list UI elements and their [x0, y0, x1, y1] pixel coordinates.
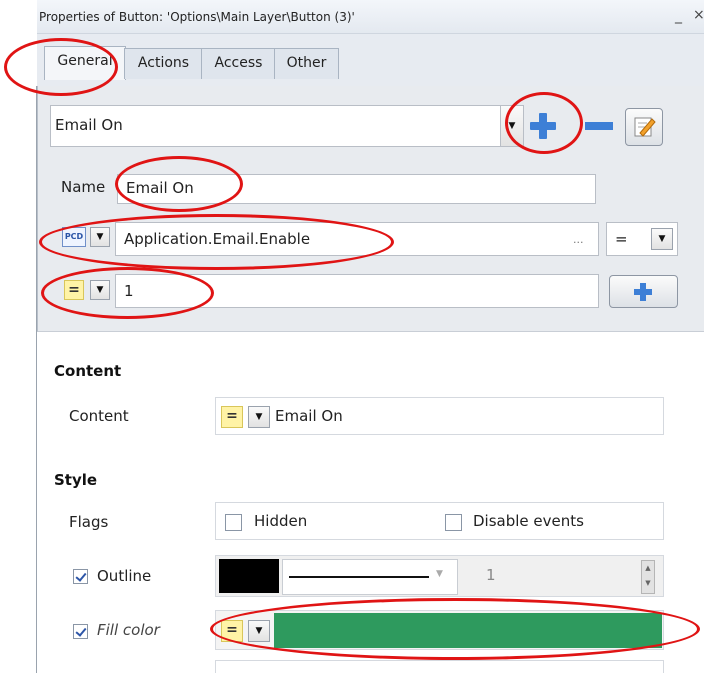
- minimize-button[interactable]: _: [675, 8, 682, 24]
- content-input[interactable]: = ▼ Email On: [215, 397, 664, 435]
- equals-icon[interactable]: =: [64, 280, 84, 300]
- name-input[interactable]: Email On: [117, 174, 596, 204]
- edit-icon: [634, 117, 656, 137]
- add-condition-button[interactable]: [609, 275, 678, 308]
- tab-actions[interactable]: Actions: [124, 48, 203, 79]
- flags-group: Hidden Disable events: [215, 502, 664, 540]
- width-spinner[interactable]: ▲ ▼: [641, 560, 655, 594]
- chevron-down-icon[interactable]: ▼: [500, 106, 523, 146]
- fill-color-swatch[interactable]: [274, 613, 662, 648]
- tab-other[interactable]: Other: [274, 48, 339, 79]
- disable-events-checkbox[interactable]: [445, 514, 462, 531]
- name-input-value: Email On: [126, 179, 194, 197]
- tab-access[interactable]: Access: [201, 48, 276, 79]
- equals-icon[interactable]: =: [221, 406, 243, 428]
- content-value: Email On: [275, 407, 343, 425]
- compare-value-input[interactable]: 1: [115, 274, 599, 308]
- chevron-down-icon[interactable]: ▼: [248, 620, 270, 642]
- outline-settings: ▼ 1 ▲ ▼: [215, 555, 664, 597]
- chevron-down-icon[interactable]: ▼: [436, 569, 443, 579]
- next-property-row: [215, 660, 664, 673]
- add-state-button[interactable]: [530, 113, 556, 139]
- content-heading: Content: [54, 362, 122, 380]
- hidden-checkbox[interactable]: [225, 514, 242, 531]
- chevron-down-icon[interactable]: ▼: [248, 406, 270, 428]
- fill-color-label: Fill color: [97, 621, 160, 639]
- close-button[interactable]: ×: [693, 7, 704, 23]
- left-margin: [0, 0, 37, 673]
- tab-general[interactable]: General: [44, 46, 126, 80]
- outline-label: Outline: [97, 567, 152, 585]
- tab-strip: General Actions Access Other: [37, 34, 704, 86]
- name-label: Name: [61, 178, 106, 196]
- state-dropdown[interactable]: Email On ▼: [50, 105, 524, 147]
- operator-dropdown[interactable]: = ▼: [606, 222, 678, 256]
- condition-value: Application.Email.Enable: [124, 230, 311, 248]
- state-dropdown-value: Email On: [55, 116, 123, 134]
- window-title: Properties of Button: 'Options\Main Laye…: [39, 10, 355, 24]
- hidden-label: Hidden: [254, 512, 308, 530]
- outline-width-value[interactable]: 1: [486, 566, 496, 584]
- minus-icon[interactable]: [585, 122, 613, 130]
- condition-input[interactable]: Application.Email.Enable ...: [115, 222, 599, 256]
- line-style-preview: [289, 576, 429, 578]
- browse-button[interactable]: ...: [573, 233, 584, 246]
- style-heading: Style: [54, 471, 98, 489]
- operator-value: =: [615, 230, 628, 248]
- edit-state-button[interactable]: [625, 108, 663, 146]
- fill-color-checkbox[interactable]: [73, 624, 88, 639]
- outline-checkbox[interactable]: [73, 569, 88, 584]
- line-style-dropdown[interactable]: ▼: [282, 559, 458, 595]
- disable-events-label: Disable events: [473, 512, 584, 530]
- content-label: Content: [69, 407, 129, 425]
- chevron-down-icon[interactable]: ▼: [651, 228, 673, 250]
- pcd-source-icon[interactable]: PCD: [62, 227, 86, 247]
- compare-value: 1: [124, 282, 134, 300]
- title-bar: Properties of Button: 'Options\Main Laye…: [37, 0, 704, 34]
- flags-label: Flags: [69, 513, 109, 531]
- outline-color-swatch[interactable]: [219, 559, 279, 593]
- source-dropdown-button[interactable]: ▼: [90, 227, 110, 247]
- compare-dropdown-button[interactable]: ▼: [90, 280, 110, 300]
- fill-color-settings: = ▼: [215, 610, 664, 650]
- equals-icon[interactable]: =: [221, 620, 243, 642]
